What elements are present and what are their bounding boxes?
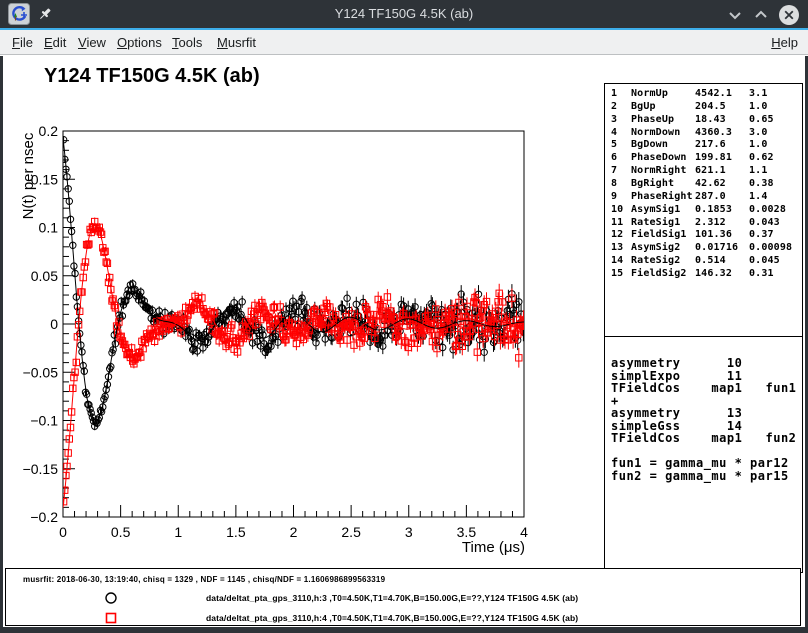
y-tick-label: 0.1 <box>39 220 59 236</box>
param-row: 3PhaseUp18.430.65 <box>611 114 802 127</box>
menu-file[interactable]: File <box>10 30 35 55</box>
plot-title: Y124 TF150G 4.5K (ab) <box>44 65 260 87</box>
menu-options[interactable]: Options <box>115 30 164 55</box>
series-square-data <box>60 218 526 506</box>
info-footer-box: musrfit: 2018-06-30, 13:19:40, chisq = 1… <box>5 568 801 626</box>
param-row: 13AsymSig20.017160.00098 <box>611 242 802 255</box>
close-button[interactable] <box>778 4 800 26</box>
y-tick-label: 0 <box>50 316 58 332</box>
window-title: Y124 TF150G 4.5K (ab) <box>0 0 808 28</box>
y-axis-title: N(t) per nsec <box>20 132 37 219</box>
legend-entry: data/deltat_pta_gps_3110,h:4 ,T0=4.50K,T… <box>6 610 800 626</box>
theory-box: asymmetry 10 simplExpo 11 TFieldCos map1… <box>604 337 803 573</box>
series-circle-data <box>60 136 526 430</box>
musrfit-window: Y124 TF150G 4.5K (ab) File Edit View Option… <box>0 0 808 633</box>
minimize-button[interactable] <box>724 4 746 26</box>
x-tick-label: 2.5 <box>341 524 361 540</box>
menubar: File Edit View OptionsTools Musrfit Help <box>0 30 808 55</box>
x-tick-label: 4 <box>520 524 528 540</box>
x-tick-label: 0.5 <box>111 524 131 540</box>
param-row: 1NormUp4542.13.1 <box>611 88 802 101</box>
x-tick-label: 3 <box>405 524 413 540</box>
param-row: 7NormRight621.11.1 <box>611 165 802 178</box>
x-tick-label: 3.5 <box>457 524 477 540</box>
legend-label: data/deltat_pta_gps_3110,h:4 ,T0=4.50K,T… <box>206 613 578 623</box>
param-row: 9PhaseRight287.01.4 <box>611 191 802 204</box>
param-row: 5BgDown217.61.0 <box>611 139 802 152</box>
menu-musrfit[interactable]: Musrfit <box>215 30 258 55</box>
x-tick-label: 2 <box>290 524 298 540</box>
y-tick-label: −0.1 <box>30 413 58 429</box>
y-tick-label: −0.15 <box>23 461 59 477</box>
menu-tools[interactable]: Tools <box>170 30 204 55</box>
x-tick-label: 1 <box>174 524 182 540</box>
param-row: 12FieldSig1101.360.37 <box>611 229 802 242</box>
param-row: 2BgUp204.51.0 <box>611 101 802 114</box>
param-row: 4NormDown4360.33.0 <box>611 127 802 140</box>
root-canvas: Y124 TF150G 4.5K (ab) 0 0.5 1 1.5 2 2.5 3 3.5 4Ti… <box>0 56 808 627</box>
param-row: 8BgRight42.620.38 <box>611 178 802 191</box>
param-row: 11RateSig12.3120.043 <box>611 217 802 230</box>
legend-label: data/deltat_pta_gps_3110,h:3 ,T0=4.50K,T… <box>206 593 578 603</box>
x-tick-label: 1.5 <box>226 524 246 540</box>
param-row: 14RateSig20.5140.045 <box>611 255 802 268</box>
menu-help[interactable]: Help <box>769 30 800 55</box>
param-row: 15FieldSig2146.320.31 <box>611 268 802 281</box>
y-tick-label: −0.2 <box>30 509 58 525</box>
legend-square-icon <box>103 610 119 626</box>
param-row: 6PhaseDown199.810.62 <box>611 152 802 165</box>
theory-text: asymmetry 10 simplExpo 11 TFieldCos map1… <box>611 357 802 482</box>
fit-status-line: musrfit: 2018-06-30, 13:19:40, chisq = 1… <box>23 575 385 584</box>
y-tick-label: −0.05 <box>23 364 59 380</box>
maximize-button[interactable] <box>750 4 772 26</box>
legend-circle-icon <box>103 590 119 606</box>
menu-edit[interactable]: Edit <box>42 30 68 55</box>
x-tick-label: 0 <box>59 524 67 540</box>
x-axis: 0 0.5 1 1.5 2 2.5 3 3.5 4Time (μs) <box>59 505 528 556</box>
x-axis-title: Time (μs) <box>462 539 525 556</box>
window-border-bottom <box>0 627 808 633</box>
titlebar[interactable]: Y124 TF150G 4.5K (ab) <box>0 0 808 28</box>
y-tick-label: 0.05 <box>31 268 58 284</box>
menu-view[interactable]: View <box>76 30 108 55</box>
y-tick-label: 0.2 <box>39 123 59 139</box>
legend-entry: data/deltat_pta_gps_3110,h:3 ,T0=4.50K,T… <box>6 590 800 606</box>
param-row: 10AsymSig10.18530.0028 <box>611 204 802 217</box>
theory-curve <box>63 224 524 507</box>
window-border-left <box>0 56 3 633</box>
fit-parameter-box: 1NormUp4542.13.12BgUp204.51.03PhaseUp18.… <box>604 83 803 337</box>
